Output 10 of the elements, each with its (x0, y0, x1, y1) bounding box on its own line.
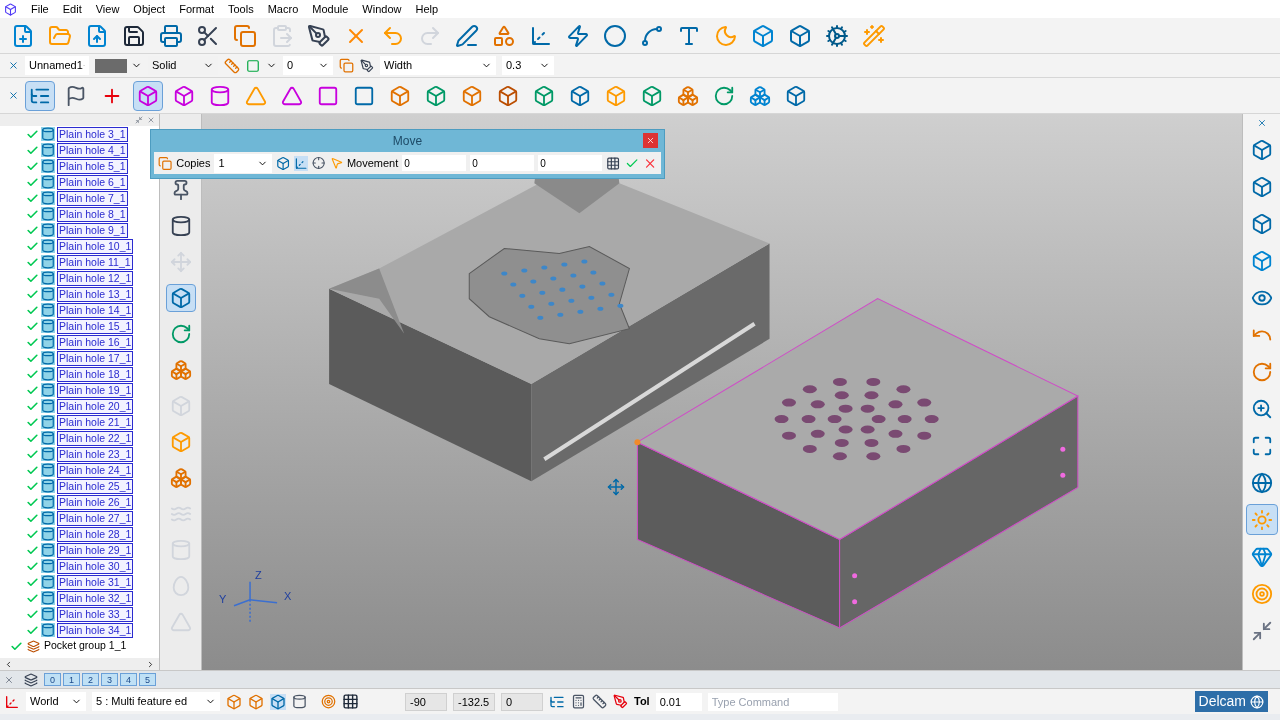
tol-label: Tol (634, 694, 650, 710)
dialog-title: Move (392, 133, 423, 150)
axis-label: Y (219, 592, 227, 605)
movement-label: Movement (346, 155, 399, 171)
coordinate-field: -90 (405, 692, 447, 711)
delcam-logo: Delcam (1194, 691, 1268, 712)
coordinate-field: 0 (501, 692, 543, 711)
axis-label: X (284, 589, 292, 602)
axis-label: Z (255, 568, 262, 581)
coordinate-field: -132.5 (453, 692, 495, 711)
